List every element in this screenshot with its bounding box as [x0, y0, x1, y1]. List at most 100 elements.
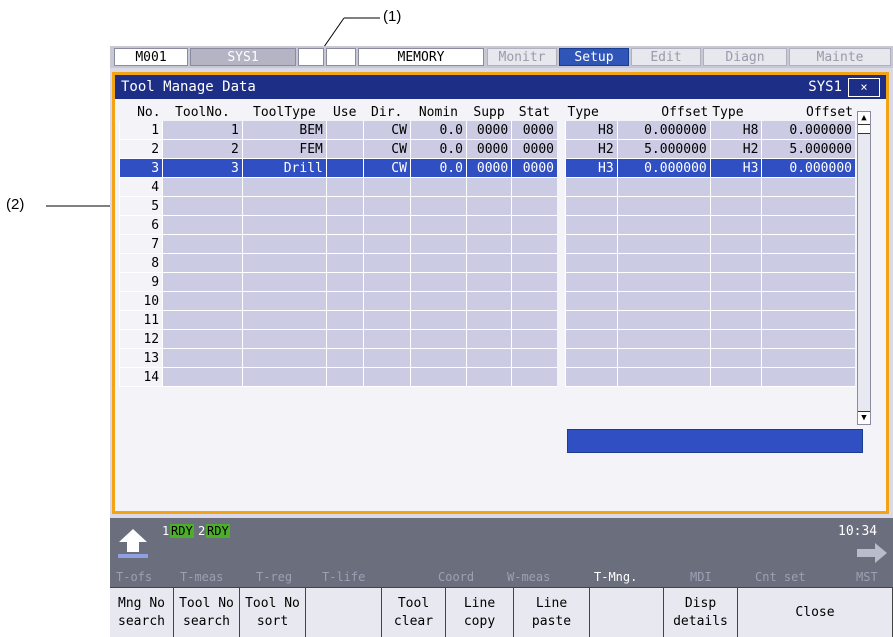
cell-o1[interactable] — [616, 310, 711, 330]
cell-supp[interactable]: 0000 — [465, 139, 512, 159]
cell-t2[interactable] — [709, 215, 762, 235]
cell-stat[interactable] — [511, 215, 557, 235]
cell-type[interactable]: Drill — [241, 158, 327, 178]
cell-type[interactable] — [241, 177, 327, 197]
cell-type[interactable] — [241, 310, 327, 330]
cell-type[interactable]: BEM — [241, 121, 327, 140]
cell-o1[interactable] — [616, 253, 711, 273]
cell-no[interactable]: 6 — [118, 215, 163, 235]
cell-o2[interactable] — [761, 234, 855, 254]
cell-type[interactable] — [241, 253, 327, 273]
cell-supp[interactable] — [465, 348, 512, 368]
data-input-field[interactable] — [567, 429, 863, 453]
vertical-scrollbar[interactable]: ▲ ▼ — [857, 111, 871, 425]
cell-t2[interactable]: H8 — [709, 121, 762, 140]
cell-stat[interactable] — [511, 367, 557, 387]
cell-t1[interactable] — [565, 196, 618, 216]
cell-t2[interactable] — [709, 291, 762, 311]
scroll-down-icon[interactable]: ▼ — [858, 411, 870, 424]
cell-toolno[interactable] — [162, 310, 243, 330]
cell-use[interactable] — [325, 310, 363, 330]
cell-stat[interactable]: 0000 — [511, 158, 557, 178]
cell-toolno[interactable] — [162, 253, 243, 273]
cell-type[interactable] — [241, 234, 327, 254]
cell-no[interactable]: 12 — [118, 329, 163, 349]
softkey-line-copy-button[interactable]: Line copy — [446, 587, 514, 637]
cell-o1[interactable] — [616, 329, 711, 349]
cell-use[interactable] — [325, 177, 363, 197]
table-row[interactable] — [565, 310, 855, 330]
cell-t2[interactable]: H3 — [709, 158, 762, 178]
softkey-tool-clear-button[interactable]: Tool clear — [382, 587, 446, 637]
cell-o1[interactable]: 0.000000 — [616, 158, 711, 178]
table-row[interactable]: 5 — [118, 196, 557, 216]
cell-no[interactable]: 1 — [118, 121, 163, 140]
cell-t1[interactable] — [565, 272, 618, 292]
cell-toolno[interactable] — [162, 215, 243, 235]
cell-dir[interactable] — [362, 253, 411, 273]
cell-dir[interactable]: CW — [362, 121, 411, 140]
cell-o1[interactable] — [616, 196, 711, 216]
cell-supp[interactable] — [465, 291, 512, 311]
cell-nomin[interactable]: 0.0 — [409, 158, 467, 178]
cell-stat[interactable] — [511, 272, 557, 292]
cell-o2[interactable]: 5.000000 — [761, 139, 855, 159]
cell-stat[interactable] — [511, 253, 557, 273]
cell-o2[interactable] — [761, 367, 855, 387]
cell-o2[interactable] — [761, 310, 855, 330]
cell-t2[interactable] — [709, 253, 762, 273]
cell-toolno[interactable]: 1 — [162, 121, 243, 140]
table-row[interactable]: 2 2 FEM CW 0.0 0000 0000 — [118, 139, 557, 159]
cell-t1[interactable] — [565, 367, 618, 387]
cell-toolno[interactable]: 2 — [162, 139, 243, 159]
cell-t1[interactable] — [565, 234, 618, 254]
cell-type[interactable] — [241, 329, 327, 349]
cell-supp[interactable] — [465, 310, 512, 330]
cell-t1[interactable] — [565, 348, 618, 368]
softkey-blank-1-button[interactable] — [306, 587, 382, 637]
cell-dir[interactable] — [362, 177, 411, 197]
cell-type[interactable] — [241, 291, 327, 311]
cell-nomin[interactable] — [409, 291, 467, 311]
cell-t1[interactable]: H8 — [565, 121, 618, 140]
cell-dir[interactable] — [362, 291, 411, 311]
cell-o1[interactable] — [616, 177, 711, 197]
cell-stat[interactable]: 0000 — [511, 121, 557, 140]
cell-nomin[interactable] — [409, 215, 467, 235]
cell-t1[interactable]: H2 — [565, 139, 618, 159]
cell-stat[interactable] — [511, 329, 557, 349]
cell-nomin[interactable] — [409, 367, 467, 387]
cell-t2[interactable] — [709, 348, 762, 368]
cell-stat[interactable]: 0000 — [511, 139, 557, 159]
cell-dir[interactable] — [362, 367, 411, 387]
cell-toolno[interactable] — [162, 291, 243, 311]
table-row[interactable]: 11 — [118, 310, 557, 330]
scroll-thumb[interactable] — [858, 125, 870, 134]
table-row[interactable] — [565, 196, 855, 216]
table-row[interactable] — [565, 177, 855, 197]
cell-dir[interactable] — [362, 348, 411, 368]
cell-t2[interactable]: H2 — [709, 139, 762, 159]
cell-no[interactable]: 13 — [118, 348, 163, 368]
cell-toolno[interactable] — [162, 348, 243, 368]
cell-nomin[interactable] — [409, 234, 467, 254]
table-row[interactable]: 12 — [118, 329, 557, 349]
cell-t2[interactable] — [709, 272, 762, 292]
cell-o1[interactable]: 0.000000 — [616, 121, 711, 140]
cell-no[interactable]: 2 — [118, 139, 163, 159]
table-row[interactable] — [565, 215, 855, 235]
cell-supp[interactable] — [465, 215, 512, 235]
cell-dir[interactable]: CW — [362, 158, 411, 178]
cell-dir[interactable] — [362, 272, 411, 292]
cell-no[interactable]: 8 — [118, 253, 163, 273]
cell-stat[interactable] — [511, 196, 557, 216]
softkey-disp-details-button[interactable]: Disp details — [664, 587, 738, 637]
cell-o1[interactable] — [616, 348, 711, 368]
cell-toolno[interactable] — [162, 234, 243, 254]
cell-no[interactable]: 10 — [118, 291, 163, 311]
cell-o2[interactable] — [761, 215, 855, 235]
table-row[interactable]: 1 1 BEM CW 0.0 0000 0000 — [118, 121, 557, 140]
tab-edit[interactable]: Edit — [631, 48, 701, 66]
cell-use[interactable] — [325, 367, 363, 387]
cell-o1[interactable]: 5.000000 — [616, 139, 711, 159]
